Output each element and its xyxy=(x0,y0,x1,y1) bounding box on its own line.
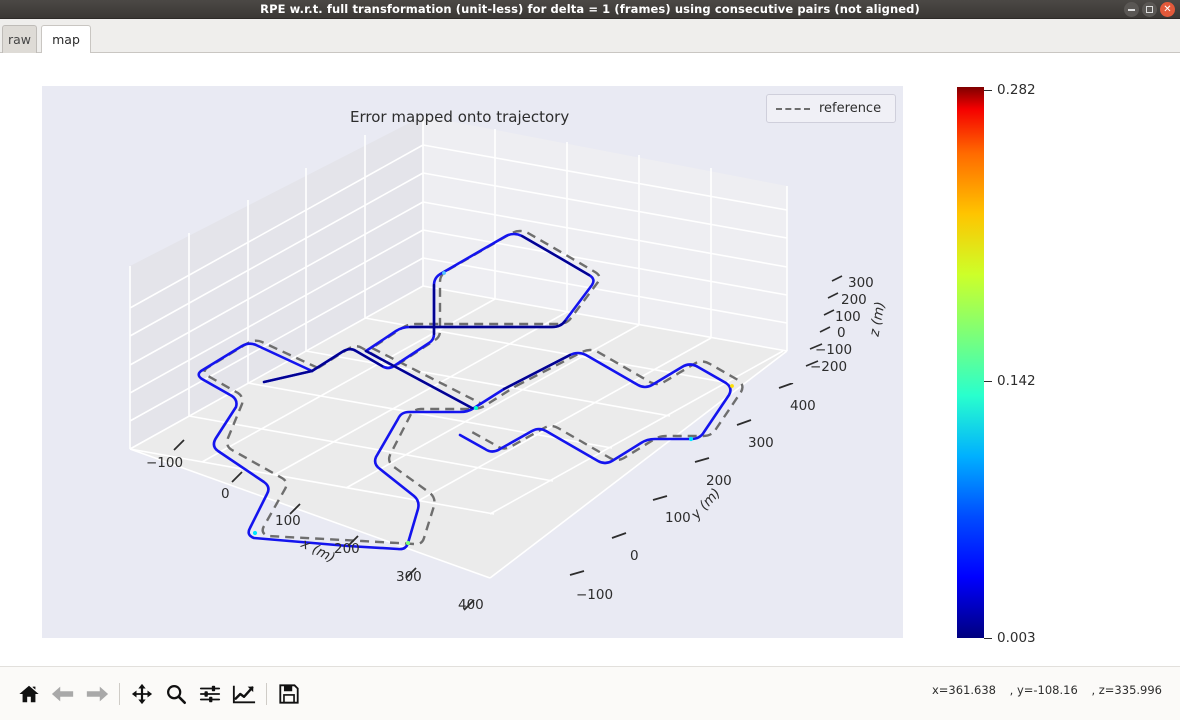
subplots-button[interactable] xyxy=(193,676,227,712)
colorbar-tick-mark-icon xyxy=(984,380,992,382)
colorbar-tick-mark-icon xyxy=(984,89,992,91)
cursor-coordinates: x=361.638 , y=-108.16 , z=335.996 xyxy=(922,683,1162,697)
colorbar-tick-min: 0.003 xyxy=(984,630,1036,646)
y-axis-ticks xyxy=(569,383,794,576)
maximize-button[interactable] xyxy=(1142,2,1157,17)
forward-button[interactable] xyxy=(80,676,114,712)
tab-map-label: map xyxy=(52,32,80,47)
back-button[interactable] xyxy=(46,676,80,712)
page-title: Error mapped onto trajectory xyxy=(350,108,570,126)
close-button[interactable]: ✕ xyxy=(1160,2,1175,17)
toolbar-separator xyxy=(119,683,120,705)
toolbar-separator xyxy=(266,683,267,705)
zoom-button[interactable] xyxy=(159,676,193,712)
customize-button[interactable] xyxy=(227,676,261,712)
arrow-right-icon xyxy=(86,686,109,702)
legend-entry-reference: reference xyxy=(819,101,882,116)
move-icon xyxy=(131,683,153,705)
toolbar-buttons xyxy=(12,676,306,712)
tab-raw[interactable]: raw xyxy=(2,25,37,53)
minimize-button[interactable] xyxy=(1124,2,1139,17)
pan-button[interactable] xyxy=(125,676,159,712)
magnifier-icon xyxy=(167,685,186,704)
coord-x: x=361.638 xyxy=(931,683,996,697)
colorbar[interactable]: 0.282 0.142 0.003 xyxy=(957,82,1036,646)
tab-map[interactable]: map xyxy=(41,25,91,53)
colorbar-gradient xyxy=(957,87,984,638)
tab-raw-label: raw xyxy=(7,32,32,47)
legend[interactable]: reference xyxy=(766,94,896,123)
save-button[interactable] xyxy=(272,676,306,712)
coord-z: , z=335.996 xyxy=(1091,683,1162,697)
floppy-disk-icon xyxy=(279,684,299,704)
arrow-left-icon xyxy=(51,686,74,702)
tab-strip: raw map xyxy=(0,19,1180,53)
coord-y: , y=-108.16 xyxy=(1009,683,1078,697)
sliders-icon xyxy=(199,685,221,703)
navigation-toolbar: x=361.638 , y=-108.16 , z=335.996 xyxy=(0,666,1180,720)
chart-line-icon xyxy=(232,685,256,704)
z-axis-ticks xyxy=(805,275,843,367)
window-controls: ✕ xyxy=(1124,2,1175,17)
home-icon xyxy=(19,685,39,703)
colorbar-tick-mid: 0.142 xyxy=(984,373,1036,389)
colorbar-tick-max: 0.282 xyxy=(984,82,1036,98)
colorbar-tick-mark-icon xyxy=(984,637,992,639)
legend-dash-icon xyxy=(776,107,810,110)
x-axis-ticks xyxy=(173,439,475,611)
matplotlib-figure[interactable]: Error mapped onto trajectory reference −… xyxy=(0,53,1180,666)
window-title: RPE w.r.t. full transformation (unit-les… xyxy=(260,2,920,16)
window-titlebar: RPE w.r.t. full transformation (unit-les… xyxy=(0,0,1180,19)
home-button[interactable] xyxy=(12,676,46,712)
